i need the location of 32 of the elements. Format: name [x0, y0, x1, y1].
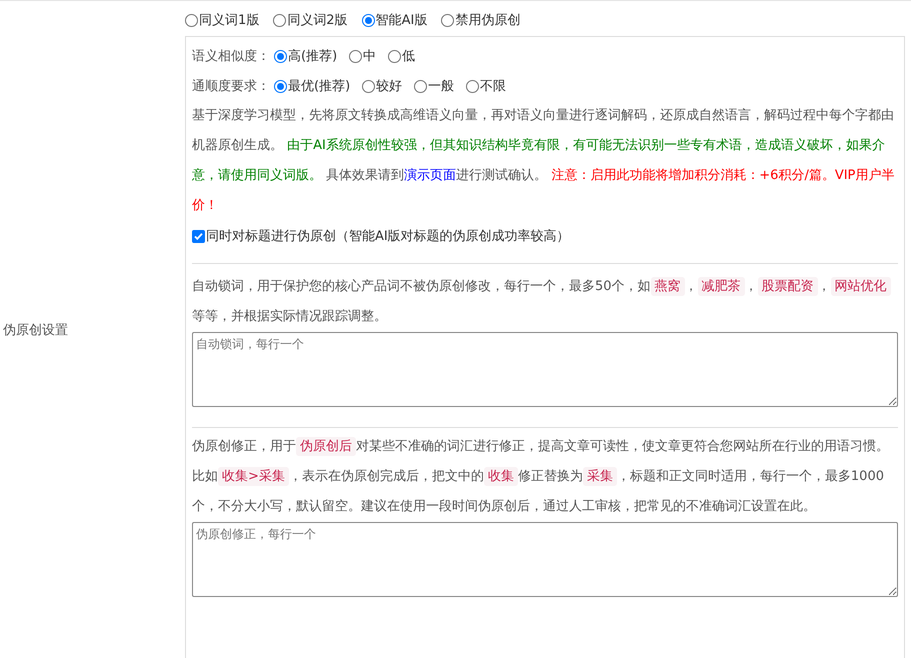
radio-option[interactable]: 不限 [466, 77, 506, 95]
radio-icon[interactable] [349, 50, 362, 62]
radio-icon[interactable] [273, 14, 286, 26]
section-label: 伪原创设置 [3, 322, 68, 338]
radio-icon[interactable] [362, 14, 375, 26]
radio-icon[interactable] [441, 14, 454, 26]
mode-radio-option[interactable]: 同义词1版 [185, 11, 260, 29]
mode-radio-option[interactable]: 智能AI版 [362, 11, 428, 29]
setting-label: 语义相似度： [192, 48, 270, 65]
radio-option[interactable]: 最优(推荐) [274, 77, 350, 95]
lock-words-description: 自动锁词，用于保护您的核心产品词不被伪原创修改，每行一个，最多50个，如 燕窝 ， 减肥茶 ， 股票配资 ， 网站优化 等等，并根据实际情况跟踪调整。 [192, 272, 898, 332]
radio-icon[interactable] [414, 80, 428, 92]
radio-icon[interactable] [466, 80, 480, 92]
radio-option[interactable]: 较好 [362, 77, 402, 95]
corrections-description: 伪原创修正，用于 伪原创后 对某些不准确的词汇进行修正，提高文章可读性，使文章更符合您网站所在行业的用语习惯。比如 收集>采集 ，表示在伪原创完成后，把文中的 收集 修正替换为 采集 ，标题和正文同时适用，每行一个，最多1000个，不分大小写，默认留空。建议在使用一段时间伪原创后，通过人工审核，把常见的不准确词汇设置在此。 [192, 436, 890, 516]
checkbox-option[interactable]: 同时对标题进行伪原创（智能AI版对标题的伪原创成功率较高） [192, 227, 570, 245]
description-text: 基于深度学习模型，先将原文转换成高维语义向量，再对语义向量进行逐词解码，还原成自然语言，解码过程中每个字都由机器原创生成。 由于AI系统原创性较强，但其知识结构毕竟有限，有可能无法识别一些专有术语，造成语义破坏，如果介意，请使用同义词版。 具体效果请到演示页面进行测试确认。 注意：启用此功能将增加积分消耗：+6积分/篇。VIP用户半价！ [192, 107, 896, 215]
radio-icon[interactable] [185, 14, 198, 26]
setting-label: 通顺度要求： [192, 78, 270, 95]
mode-radio-option[interactable]: 禁用伪原创 [441, 11, 520, 29]
radio-option[interactable]: 高(推荐) [274, 47, 338, 65]
radio-icon[interactable] [274, 50, 287, 62]
corrections-field[interactable]: 伪原创修正，每行一个 [192, 522, 898, 597]
checkbox[interactable] [192, 230, 205, 242]
radio-option[interactable]: 一般 [414, 77, 454, 95]
radio-icon[interactable] [388, 50, 402, 62]
mode-radio-option[interactable]: 同义词2版 [273, 11, 348, 29]
radio-icon[interactable] [362, 80, 376, 92]
lock-words-field[interactable]: 自动锁词，每行一个 [192, 332, 898, 407]
radio-option[interactable]: 中 [349, 47, 376, 65]
radio-icon[interactable] [274, 80, 287, 92]
radio-option[interactable]: 低 [388, 47, 416, 65]
